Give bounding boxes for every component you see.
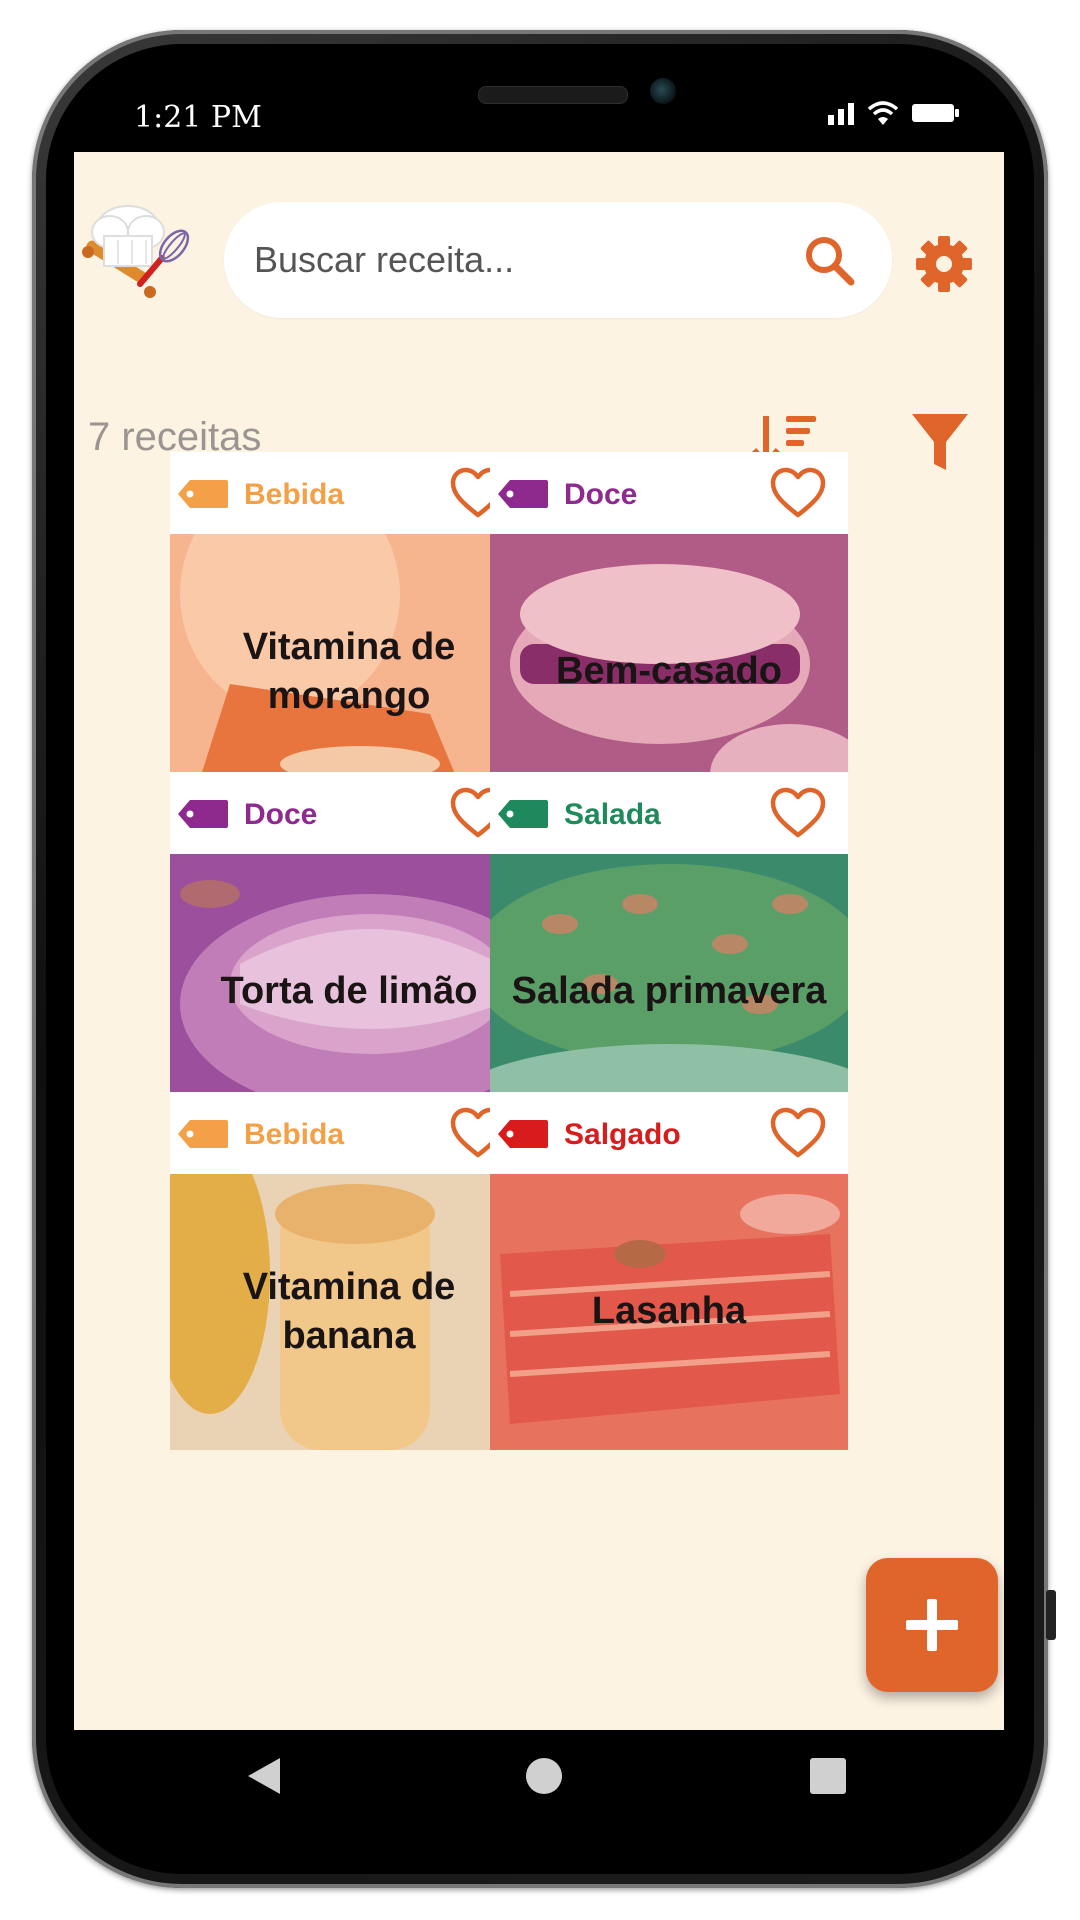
tag-icon (178, 800, 228, 828)
tag-icon (498, 480, 548, 508)
recipe-card-header: Bebida (170, 1092, 528, 1174)
category-label: Doce (564, 478, 638, 511)
recipe-card-header: Bebida (170, 452, 528, 534)
system-nav-bar (74, 1730, 1004, 1840)
search-input[interactable]: Buscar receita... (254, 239, 802, 281)
recipe-card[interactable]: Doce Bem-casado (490, 452, 848, 810)
back-triangle-icon[interactable] (246, 1756, 282, 1796)
tag-icon (178, 1120, 228, 1148)
recipe-title: Lasanha (591, 1290, 747, 1333)
wifi-icon (868, 101, 898, 125)
add-recipe-button[interactable] (866, 1558, 998, 1692)
status-bar: 1:21 PM (74, 90, 1006, 150)
search-bar[interactable]: Buscar receita... (224, 202, 892, 318)
app-screen: Buscar receita... 7 receitas Bebida Vita… (74, 152, 1004, 1730)
recipe-card[interactable]: Bebida Vitamina de banana (170, 1092, 528, 1450)
gear-icon[interactable] (914, 234, 974, 294)
status-time: 1:21 PM (134, 100, 262, 135)
signal-icon (828, 101, 854, 125)
recipe-card-header: Doce (170, 772, 528, 854)
search-icon[interactable] (802, 233, 856, 287)
favorite-heart-icon[interactable] (770, 787, 826, 839)
recipe-card-header: Doce (490, 452, 848, 534)
recipe-card[interactable]: Bebida Vitamina de morango (170, 452, 528, 810)
chef-hat-logo-icon (82, 205, 190, 298)
favorite-heart-icon[interactable] (770, 1107, 826, 1159)
recipe-card-header: Salada (490, 772, 848, 854)
recipe-title: Torta de limão (220, 970, 478, 1013)
recipe-card[interactable]: Salgado Lasanha (490, 1092, 848, 1450)
filter-icon[interactable] (910, 410, 970, 474)
favorite-heart-icon[interactable] (770, 467, 826, 519)
tag-icon (178, 480, 228, 508)
category-label: Salada (564, 798, 661, 831)
recipe-title: Bem-casado (556, 650, 782, 693)
category-label: Bebida (244, 1118, 345, 1151)
category-label: Doce (244, 798, 318, 831)
recent-square-icon[interactable] (810, 1758, 846, 1794)
status-icons (828, 100, 959, 126)
side-button (1046, 1590, 1056, 1640)
recipe-card-header: Salgado (490, 1092, 848, 1174)
recipe-card[interactable]: Doce Torta de limão (170, 772, 528, 1130)
category-label: Salgado (564, 1118, 681, 1151)
recipe-title: Salada primavera (511, 970, 827, 1013)
recipe-card[interactable]: Salada Salada primavera (490, 772, 848, 1130)
home-circle-icon[interactable] (526, 1758, 562, 1794)
category-label: Bebida (244, 478, 345, 511)
battery-icon (912, 104, 959, 122)
plus-icon (906, 1599, 958, 1651)
tag-icon (498, 800, 548, 828)
recipe-title: Vitamina de morango (242, 625, 456, 717)
recipe-title: Vitamina de banana (242, 1265, 456, 1357)
tag-icon (498, 1120, 548, 1148)
